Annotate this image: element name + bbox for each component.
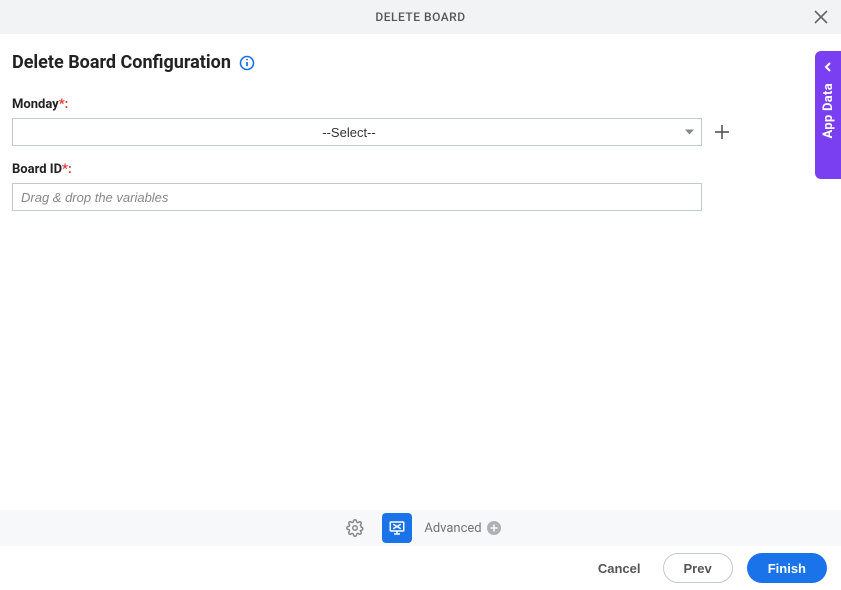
required-marker: *: <box>59 97 69 112</box>
field-monday: Monday*: --Select-- <box>12 97 829 146</box>
field-board-id: Board ID*: <box>12 162 829 211</box>
info-icon[interactable] <box>239 55 255 71</box>
close-button[interactable] <box>811 7 831 27</box>
add-monday-button[interactable] <box>712 122 732 142</box>
monday-select-value: --Select-- <box>322 125 375 140</box>
modal-title: DELETE BOARD <box>375 10 465 24</box>
footer: Cancel Prev Finish <box>0 546 841 590</box>
field-board-id-label: Board ID*: <box>12 162 829 177</box>
presentation-icon <box>388 519 406 537</box>
app-data-label: App Data <box>821 83 836 139</box>
advanced-label: Advanced <box>424 521 481 536</box>
bottom-toolbar: Advanced <box>0 510 841 546</box>
finish-button[interactable]: Finish <box>747 553 827 583</box>
prev-button[interactable]: Prev <box>663 553 733 583</box>
app-data-tab[interactable]: App Data <box>815 51 841 179</box>
gear-icon <box>346 519 364 537</box>
board-id-input[interactable] <box>12 183 702 211</box>
modal-header: DELETE BOARD <box>0 0 841 34</box>
page-title-row: Delete Board Configuration <box>12 52 829 73</box>
plus-icon <box>714 124 730 140</box>
monday-select-wrap: --Select-- <box>12 118 702 146</box>
chevron-left-icon <box>823 61 833 73</box>
settings-button[interactable] <box>340 513 370 543</box>
main-content: Delete Board Configuration Monday*: --Se… <box>0 34 841 211</box>
required-marker: *: <box>62 162 72 177</box>
presentation-button[interactable] <box>382 513 412 543</box>
plus-circle-icon <box>487 521 501 535</box>
field-label-text: Board ID <box>12 162 62 177</box>
advanced-toggle[interactable]: Advanced <box>424 521 500 536</box>
monday-select[interactable]: --Select-- <box>12 118 702 146</box>
field-monday-label: Monday*: <box>12 97 829 112</box>
close-icon <box>814 10 828 24</box>
page-title: Delete Board Configuration <box>12 52 231 73</box>
cancel-button[interactable]: Cancel <box>590 553 649 583</box>
field-label-text: Monday <box>12 97 59 112</box>
field-monday-row: --Select-- <box>12 118 829 146</box>
